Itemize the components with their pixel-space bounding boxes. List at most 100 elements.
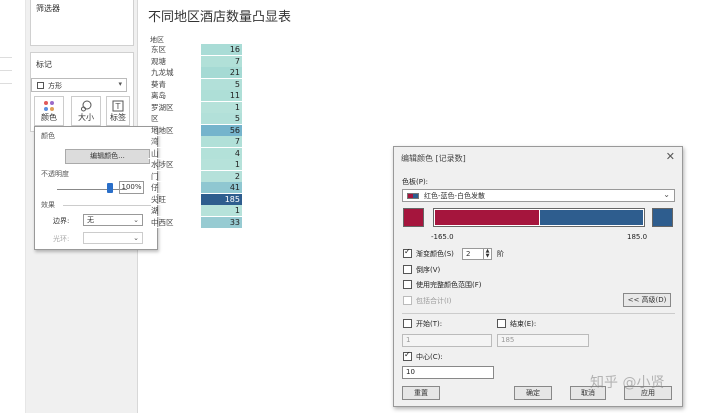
center-checkbox[interactable] bbox=[403, 350, 412, 361]
color-section-label: 颜色 bbox=[41, 132, 55, 140]
value-cell[interactable]: 2 bbox=[201, 170, 242, 182]
table-row[interactable]: 东区 16 bbox=[148, 44, 242, 56]
table-row[interactable]: 尖旺 185 bbox=[148, 193, 242, 205]
range-max: 185.0 bbox=[627, 233, 648, 241]
value-cell[interactable]: 56 bbox=[201, 124, 242, 136]
table-row[interactable]: 湖1 bbox=[148, 205, 242, 217]
table-row[interactable]: 湾7 bbox=[148, 136, 242, 148]
steps-value: 2 bbox=[466, 250, 471, 258]
watermark: 知乎 @小贤 bbox=[590, 375, 665, 391]
color-button[interactable]: 颜色 bbox=[34, 96, 64, 126]
region-label: 九龙城 bbox=[151, 68, 174, 77]
table-row[interactable]: 九龙城 21 bbox=[148, 67, 242, 79]
full-range-checkbox[interactable] bbox=[403, 280, 412, 289]
value-cell[interactable]: 5 bbox=[201, 78, 242, 90]
palette-swatch-icon bbox=[407, 193, 419, 199]
center-label: 中心(C): bbox=[416, 353, 443, 361]
stepped-color-checkbox[interactable] bbox=[403, 247, 412, 258]
include-totals-checkbox[interactable] bbox=[403, 296, 412, 305]
reverse-label: 倒序(V) bbox=[416, 266, 441, 274]
table-row[interactable]: 仔 41 bbox=[148, 182, 242, 194]
table-row[interactable]: 罗湖区 1 bbox=[148, 101, 242, 113]
chevron-down-icon: ⌄ bbox=[663, 190, 670, 199]
chevron-down-icon: ▾ bbox=[118, 80, 122, 88]
label-button-label: 标签 bbox=[110, 113, 126, 122]
opacity-input[interactable]: 100% bbox=[119, 181, 144, 194]
table-row[interactable]: 中西区 33 bbox=[148, 216, 242, 228]
divider bbox=[63, 205, 151, 206]
low-color-swatch[interactable] bbox=[403, 208, 424, 227]
region-label: 尖旺 bbox=[151, 194, 166, 204]
center-input[interactable]: 10 bbox=[402, 366, 494, 379]
value-cell[interactable]: 21 bbox=[201, 67, 242, 78]
steps-stepper[interactable]: 2 ▲ ▼ bbox=[462, 248, 492, 260]
table-row[interactable]: 葵青 5 bbox=[148, 78, 242, 90]
svg-text:T: T bbox=[115, 102, 121, 111]
border-select[interactable]: 无 ⌄ bbox=[83, 214, 143, 226]
ok-button[interactable]: 确定 bbox=[514, 386, 552, 400]
region-label: 罗湖区 bbox=[151, 102, 174, 112]
value-cell[interactable]: 1 bbox=[201, 159, 242, 170]
opacity-label: 不透明度 bbox=[41, 170, 69, 178]
end-checkbox[interactable] bbox=[497, 319, 506, 328]
left-strip bbox=[0, 0, 26, 413]
gradient-high-step bbox=[540, 210, 643, 225]
edit-colors-button[interactable]: 编辑颜色... bbox=[65, 149, 150, 164]
start-checkbox[interactable] bbox=[403, 319, 412, 328]
label-button[interactable]: T 标签 bbox=[106, 96, 130, 126]
end-label: 结束(E): bbox=[510, 320, 537, 328]
value-cell[interactable]: 7 bbox=[201, 55, 242, 67]
table-row[interactable]: 地地区 56 bbox=[148, 124, 242, 136]
chevron-down-icon: ⌄ bbox=[133, 216, 139, 224]
color-button-label: 颜色 bbox=[41, 113, 57, 122]
region-label: 离岛 bbox=[151, 91, 166, 100]
halo-select[interactable]: ⌄ bbox=[83, 232, 143, 244]
reset-button[interactable]: 重置 bbox=[402, 386, 440, 400]
value-cell[interactable]: 33 bbox=[201, 216, 242, 228]
advanced-button[interactable]: << 高级(D) bbox=[623, 293, 671, 307]
high-color-swatch[interactable] bbox=[652, 208, 673, 227]
value-cell[interactable]: 185 bbox=[201, 193, 242, 205]
opacity-slider-track[interactable] bbox=[57, 189, 127, 190]
value-cell[interactable]: 11 bbox=[201, 90, 242, 101]
start-input[interactable]: 1 bbox=[402, 334, 492, 347]
table-row[interactable]: 离岛 11 bbox=[148, 90, 242, 102]
halo-label: 光环: bbox=[53, 235, 70, 243]
region-label: 门 bbox=[151, 171, 159, 181]
mark-type-dropdown[interactable]: 方形 ▾ bbox=[31, 78, 127, 92]
value-cell[interactable]: 5 bbox=[201, 113, 242, 124]
table-row[interactable]: 观塘 7 bbox=[148, 55, 242, 67]
table-row[interactable]: 区5 bbox=[148, 113, 242, 125]
value-cell[interactable]: 16 bbox=[201, 44, 242, 55]
palette-label: 色板(P): bbox=[402, 178, 429, 186]
chevron-down-icon: ⌄ bbox=[133, 234, 139, 242]
square-icon bbox=[37, 82, 44, 89]
close-icon[interactable]: ✕ bbox=[666, 150, 675, 163]
value-cell[interactable]: 1 bbox=[201, 205, 242, 216]
palette-select[interactable]: 红色-蓝色-白色发散 ⌄ bbox=[402, 189, 675, 202]
spin-arrows-icon[interactable]: ▲ ▼ bbox=[483, 249, 491, 259]
value-cell[interactable]: 1 bbox=[201, 101, 242, 113]
viz-title: 不同地区酒店数量凸显表 bbox=[148, 10, 292, 25]
divider bbox=[402, 313, 675, 314]
value-cell[interactable]: 7 bbox=[201, 136, 242, 147]
end-input[interactable]: 185 bbox=[497, 334, 589, 347]
region-label: 区 bbox=[151, 114, 159, 123]
size-button[interactable]: 大小 bbox=[71, 96, 101, 126]
table-row[interactable]: 门2 bbox=[148, 170, 242, 182]
filters-card[interactable]: 筛选器 bbox=[30, 0, 134, 46]
reverse-checkbox[interactable] bbox=[403, 265, 412, 274]
table-row[interactable]: 山4 bbox=[148, 147, 242, 159]
steps-unit: 阶 bbox=[497, 250, 504, 258]
opacity-slider-thumb[interactable] bbox=[107, 183, 113, 193]
value-cell[interactable]: 41 bbox=[201, 182, 242, 193]
region-label: 仔 bbox=[151, 183, 159, 192]
value-cell[interactable]: 4 bbox=[201, 147, 242, 159]
gradient-low-step bbox=[435, 210, 539, 225]
border-label: 边界: bbox=[53, 217, 70, 225]
region-label: 水埗区 bbox=[151, 160, 174, 169]
strip-tick bbox=[0, 57, 12, 58]
table-row[interactable]: 水埗区 1 bbox=[148, 159, 242, 171]
start-label: 开始(T): bbox=[416, 320, 443, 328]
effects-label: 效果 bbox=[41, 201, 55, 209]
